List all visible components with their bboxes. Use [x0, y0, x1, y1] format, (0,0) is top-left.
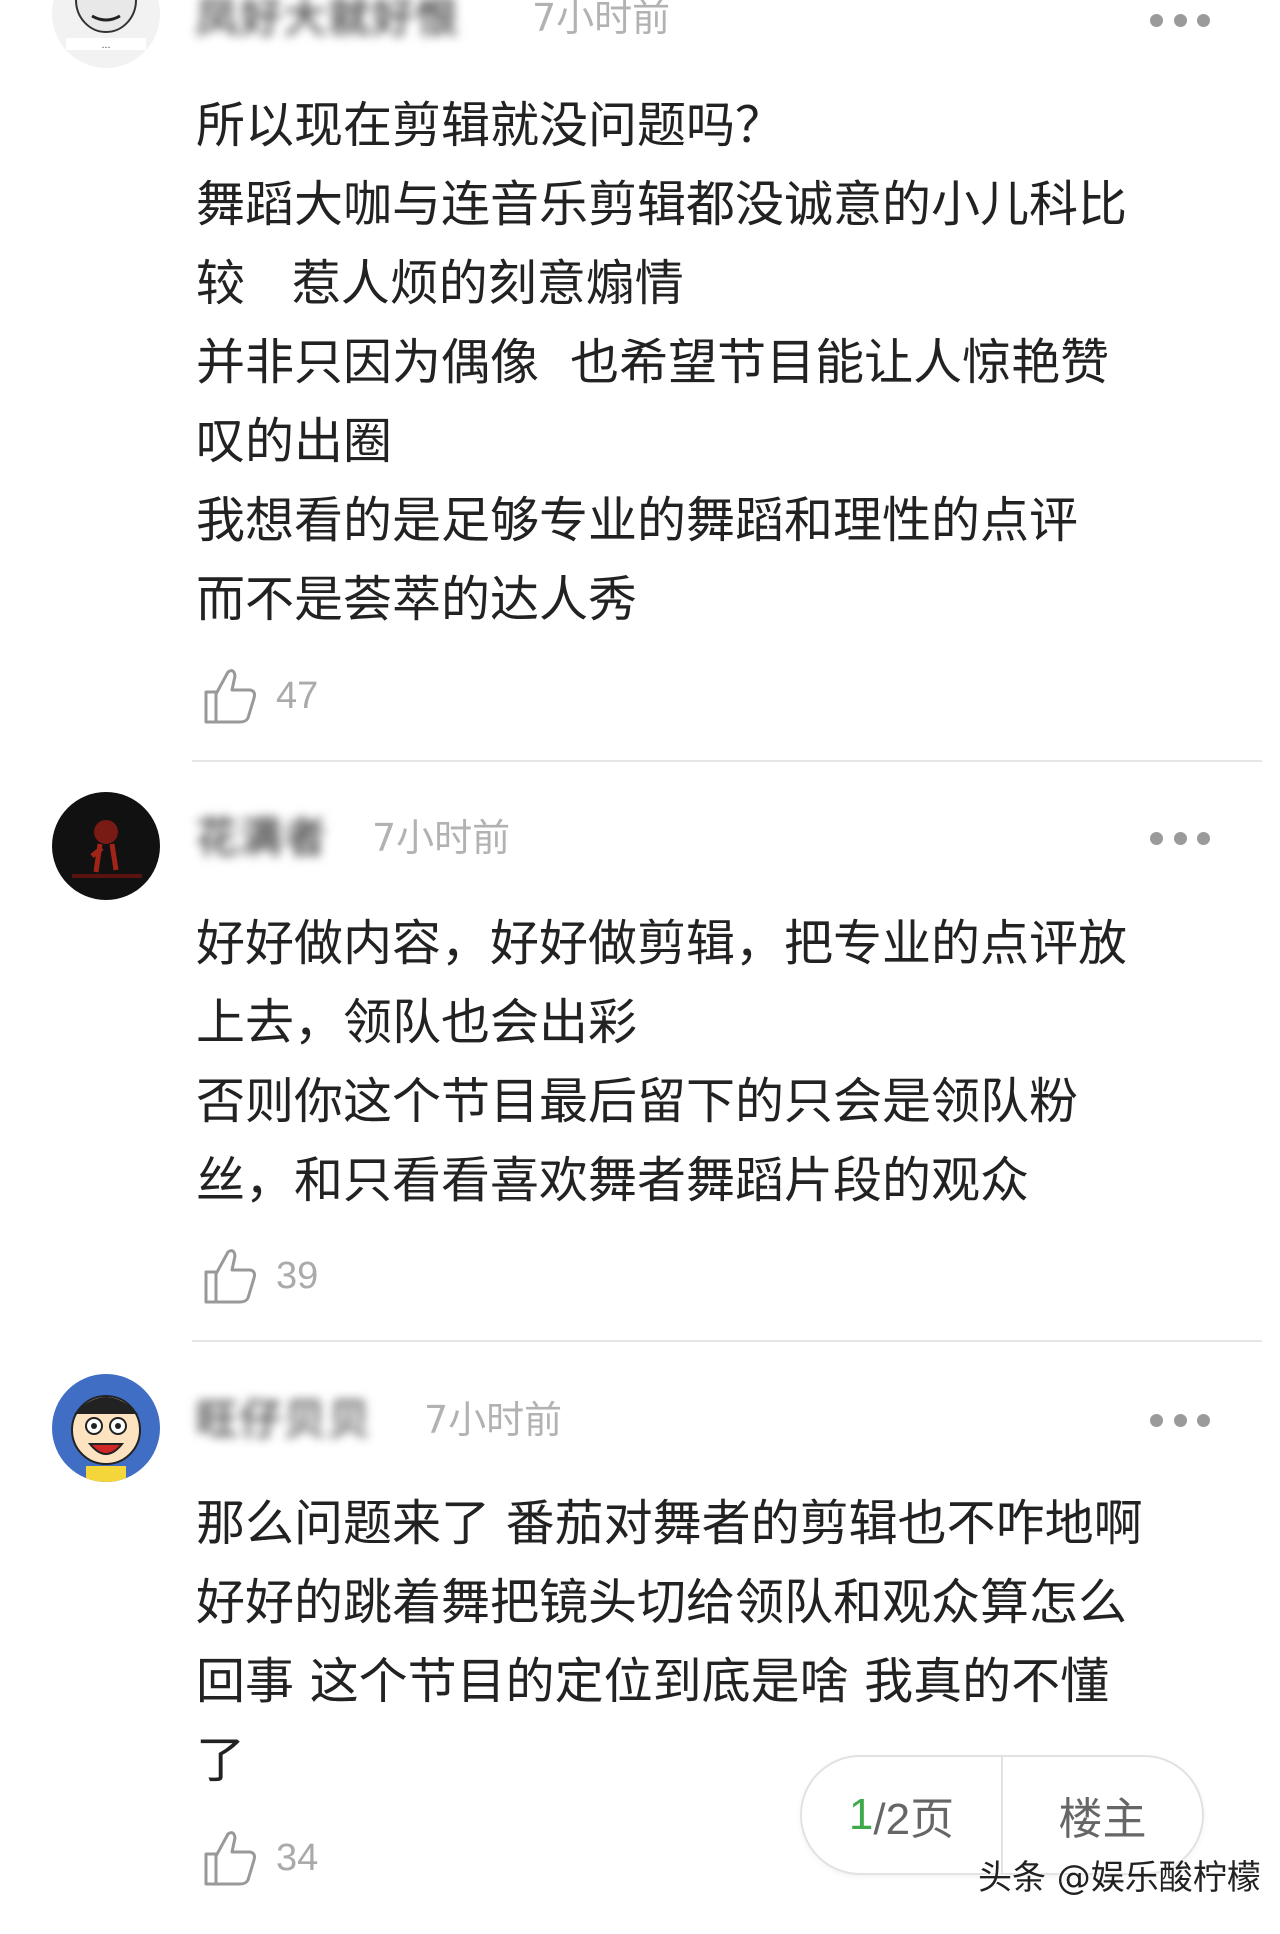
page-indicator-button[interactable]: 1/2页 [802, 1757, 1001, 1873]
svg-text:…: … [102, 41, 111, 51]
comment-line: 舞蹈大咖与连音乐剪辑都没诚意的小儿科比 [196, 176, 1128, 233]
meme-face-avatar-icon: … [52, 0, 160, 68]
comment-line: 否则你这个节目最后留下的只会是领队粉 [196, 1073, 1079, 1130]
comment-time: 7小时前 [372, 816, 511, 860]
divider [192, 760, 1262, 762]
like-button[interactable]: 47 [202, 664, 318, 728]
dark-stage-avatar-icon [52, 792, 160, 900]
comment-line: 丝，和只看看喜欢舞者舞蹈片段的观众 [196, 1152, 1030, 1209]
more-dot [1150, 1413, 1163, 1427]
more-dot [1197, 13, 1210, 27]
like-count: 34 [276, 1836, 319, 1879]
username[interactable]: 花满者 [196, 810, 328, 866]
comment-text: 好好做内容，好好做剪辑，把专业的点评放 上去，领队也会出彩 否则你这个节目最后留… [196, 904, 1236, 1220]
comment-line: 叹的出圈 [196, 413, 393, 470]
more-options-button[interactable] [1150, 828, 1210, 848]
more-options-button[interactable] [1150, 1410, 1210, 1430]
comment-text: 所以现在剪辑就没问题吗？ 舞蹈大咖与连音乐剪辑都没诚意的小儿科比 较 惹人烦的刻… [196, 86, 1236, 639]
comment-line: 上去，领队也会出彩 [196, 994, 638, 1051]
more-dot [1173, 831, 1187, 845]
comment-time: 7小时前 [424, 1398, 563, 1442]
more-options-button[interactable] [1150, 10, 1210, 30]
like-count: 39 [276, 1254, 319, 1297]
comment-line: 较 惹人烦的刻意煽情 [196, 255, 684, 312]
thumbs-up-icon [204, 1249, 256, 1304]
like-count: 47 [276, 674, 319, 717]
thumbs-up-icon [204, 1831, 256, 1886]
comment-line: 那么问题来了 番茄对舞者的剪辑也不咋地啊 [196, 1495, 1143, 1552]
divider [192, 1340, 1262, 1342]
more-dot [1173, 1413, 1187, 1427]
comment-text: 那么问题来了 番茄对舞者的剪辑也不咋地啊 好好的跳着舞把镜头切给领队和观众算怎么… [196, 1484, 1236, 1800]
like-button[interactable]: 39 [202, 1244, 318, 1308]
more-dot [1197, 1413, 1210, 1427]
more-dot [1197, 831, 1210, 845]
user-avatar[interactable]: … [52, 0, 160, 68]
comment-line: 并非只因为偶像 也希望节目能让人惊艳赞 [196, 334, 1110, 391]
comment-time: 7小时前 [532, 0, 671, 40]
thumbs-up-icon [204, 669, 256, 724]
comment-line: 我想看的是足够专业的舞蹈和理性的点评 [196, 492, 1079, 549]
page-total: /2页 [873, 1795, 955, 1844]
like-button[interactable]: 34 [202, 1826, 318, 1890]
username[interactable]: 旺仔贝贝 [196, 1392, 372, 1448]
user-avatar[interactable] [52, 1374, 160, 1482]
more-dot [1173, 13, 1187, 27]
comment-line: 回事 这个节目的定位到底是啥 我真的不懂 [196, 1653, 1110, 1710]
user-avatar[interactable] [52, 792, 160, 900]
cartoon-boy-avatar-icon [52, 1374, 160, 1482]
comment-line: 而不是荟萃的达人秀 [196, 571, 638, 628]
comment-line: 好好做内容，好好做剪辑，把专业的点评放 [196, 915, 1128, 972]
comment-line: 好好的跳着舞把镜头切给领队和观众算怎么 [196, 1574, 1128, 1631]
comment-line: 所以现在剪辑就没问题吗？ [196, 97, 785, 154]
username[interactable]: 凤好大就好恨 [196, 0, 460, 46]
more-dot [1150, 831, 1163, 845]
current-page: 1 [848, 1790, 874, 1839]
more-dot [1150, 13, 1163, 27]
watermark: 头条 @娱乐酸柠檬 [978, 1858, 1261, 1898]
